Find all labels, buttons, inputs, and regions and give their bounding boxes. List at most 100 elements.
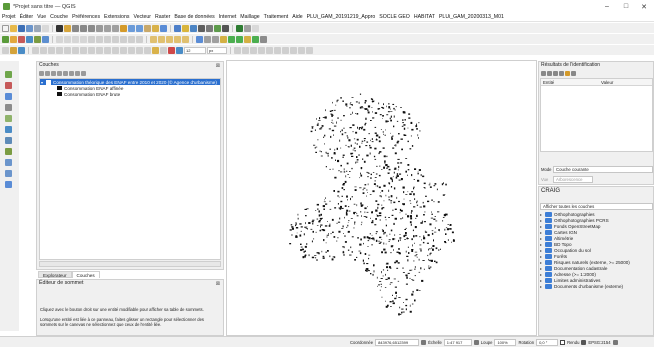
rotate-icon[interactable]	[258, 46, 265, 54]
python-console-icon[interactable]	[236, 24, 243, 32]
delete-part-icon[interactable]	[306, 46, 313, 54]
mode-select[interactable]: Couche courante	[553, 166, 653, 173]
digitize-icon[interactable]	[72, 35, 79, 43]
tab-couches[interactable]: Couches	[71, 271, 100, 278]
messages-icon[interactable]	[612, 339, 618, 345]
copy-icon[interactable]	[559, 70, 564, 76]
menu-socle-geo[interactable]: SOCLE GEO	[379, 14, 410, 20]
menu-editer[interactable]: Éditer	[20, 14, 34, 20]
menu-habitat[interactable]: HABITAT	[414, 14, 435, 20]
delete-ring-icon[interactable]	[298, 46, 305, 54]
add-group-icon[interactable]	[45, 70, 50, 76]
offset-icon[interactable]	[160, 46, 167, 54]
filter-legend-icon[interactable]	[63, 70, 68, 76]
layer-style-icon[interactable]	[18, 46, 25, 54]
render-checkbox[interactable]	[560, 339, 566, 345]
plugin-icon[interactable]	[204, 35, 211, 43]
select-features-icon[interactable]	[182, 24, 189, 32]
maximize-button[interactable]: □	[618, 0, 634, 13]
fill-ring-icon[interactable]	[290, 46, 297, 54]
toggle-extents-icon[interactable]	[421, 339, 427, 345]
dxf-icon[interactable]	[220, 35, 227, 43]
menu-raster[interactable]: Raster	[155, 14, 170, 20]
zoom-selection-icon[interactable]	[104, 24, 111, 32]
lock-scale-icon[interactable]	[473, 339, 479, 345]
minimize-button[interactable]: –	[599, 0, 615, 13]
list-item[interactable]: ▸ Documents d'urbanisme (externe)	[540, 283, 653, 289]
menu-preferences[interactable]: Préférences	[72, 14, 100, 20]
add-feature-icon[interactable]	[80, 35, 87, 43]
zoom-next-icon[interactable]	[136, 24, 143, 32]
menu-plui-appro[interactable]: PLUi_GAM_20191219_Appro	[307, 14, 376, 20]
map-canvas[interactable]	[226, 60, 537, 336]
snap-segment-icon[interactable]	[48, 46, 55, 54]
pan-icon[interactable]	[56, 24, 63, 32]
add-wfs-icon[interactable]	[5, 170, 12, 177]
add-spatialite-icon[interactable]	[34, 35, 41, 43]
cut-features-icon[interactable]	[104, 35, 111, 43]
new-shapefile-icon[interactable]	[5, 181, 12, 188]
zoom-last-icon[interactable]	[128, 24, 135, 32]
horizontal-scrollbar[interactable]	[39, 261, 221, 267]
add-raster-layer-icon[interactable]	[5, 82, 12, 89]
reshape-icon[interactable]	[234, 46, 241, 54]
menu-base-de-donnees[interactable]: Base de données	[174, 14, 214, 20]
add-wms-icon[interactable]	[42, 35, 49, 43]
remove-layer-icon[interactable]	[81, 70, 86, 76]
merge-icon[interactable]	[250, 46, 257, 54]
pan-to-selection-icon[interactable]	[64, 24, 71, 32]
menu-extensions[interactable]: Extensions	[104, 14, 129, 20]
measure-icon[interactable]	[222, 24, 229, 32]
clear-results-icon[interactable]	[553, 70, 558, 76]
coordinate-field[interactable]: 843976,6512399	[375, 338, 420, 346]
print-layout-icon[interactable]	[34, 24, 41, 32]
add-mssql-icon[interactable]	[5, 137, 12, 144]
save-project-icon[interactable]	[18, 24, 25, 32]
zoom-native-icon[interactable]	[120, 24, 127, 32]
label-change-icon[interactable]	[182, 35, 189, 43]
zoom-out-icon[interactable]	[80, 24, 87, 32]
add-postgis-icon[interactable]	[26, 35, 33, 43]
collapse-icon[interactable]	[547, 70, 552, 76]
crs-value[interactable]: EPSG:2154	[588, 340, 610, 345]
redo-icon[interactable]	[136, 35, 143, 43]
snapping-units-icon[interactable]	[176, 46, 183, 54]
scale-select[interactable]: 1:47 917	[443, 338, 472, 346]
tab-explorateur[interactable]: Explorateur	[38, 271, 72, 278]
snap-middle-icon[interactable]	[72, 46, 79, 54]
zoom-full-icon[interactable]	[96, 24, 103, 32]
snap-centroid-icon[interactable]	[64, 46, 71, 54]
snap-icon[interactable]	[32, 46, 39, 54]
paste-features-icon[interactable]	[120, 35, 127, 43]
collapse-all-icon[interactable]	[75, 70, 80, 76]
avoid-overlap-icon[interactable]	[128, 46, 135, 54]
unit-select[interactable]: px	[207, 46, 227, 54]
snap-vertex-icon[interactable]	[40, 46, 47, 54]
add-spatialite-layer-icon[interactable]	[5, 115, 12, 122]
temporal-icon[interactable]	[152, 24, 159, 32]
snap-area-icon[interactable]	[56, 46, 63, 54]
menu-traitement[interactable]: Traitement	[264, 14, 289, 20]
layer-enaf-brute[interactable]: Consommation ENAF brute	[40, 91, 220, 97]
undo-icon[interactable]	[128, 35, 135, 43]
snap-line-icon[interactable]	[80, 46, 87, 54]
menu-internet[interactable]: Internet	[219, 14, 237, 20]
highlight-icon[interactable]	[565, 70, 570, 76]
panel-close-icon[interactable]: ⊠	[216, 281, 220, 287]
craig-filter-select[interactable]: Afficher toutes les couches	[540, 203, 653, 210]
field-calculator-icon[interactable]	[214, 24, 221, 32]
plugin-yellow-icon[interactable]	[244, 35, 251, 43]
menu-aide[interactable]: Aide	[292, 14, 302, 20]
add-raster-icon[interactable]	[18, 35, 25, 43]
save-edits-icon[interactable]	[64, 35, 71, 43]
panel-close-icon[interactable]: ⊠	[216, 63, 220, 69]
copy-features-icon[interactable]	[112, 35, 119, 43]
group-visibility-checkbox[interactable]	[46, 79, 51, 85]
plugin-green-icon[interactable]	[228, 35, 235, 43]
add-wms-layer-icon[interactable]	[5, 148, 12, 155]
label-move-icon[interactable]	[166, 35, 173, 43]
layout-manager-icon[interactable]	[42, 24, 49, 32]
add-delimited-text-icon[interactable]	[5, 104, 12, 111]
processing-toolbox-icon[interactable]	[244, 24, 251, 32]
menu-vecteur[interactable]: Vecteur	[133, 14, 151, 20]
